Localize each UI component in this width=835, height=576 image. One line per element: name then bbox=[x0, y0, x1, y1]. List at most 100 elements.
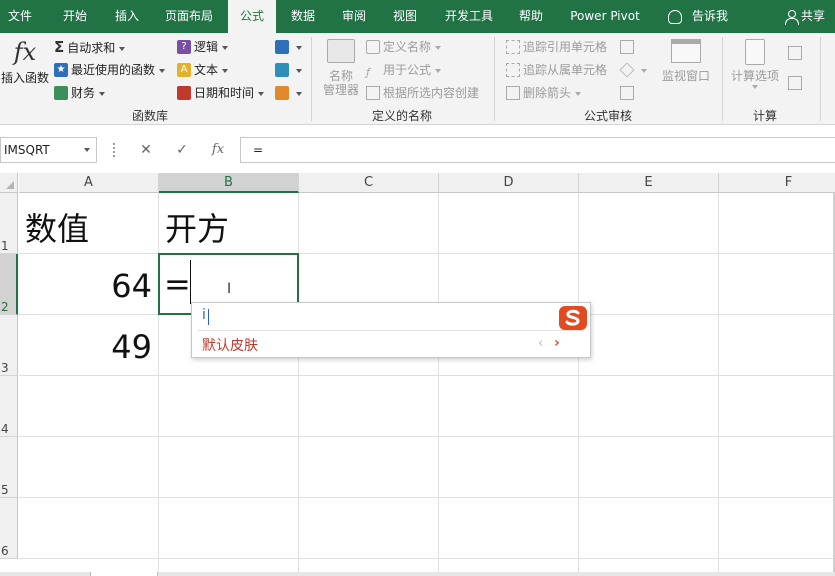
formula-bar-grip bbox=[113, 143, 115, 157]
select-all-corner[interactable] bbox=[0, 173, 18, 193]
calc-options-button[interactable]: 计算选项 bbox=[727, 39, 783, 89]
tab-view[interactable]: 视图 bbox=[382, 0, 428, 33]
tab-file[interactable]: 文件 bbox=[0, 0, 40, 33]
cell-a1[interactable]: 数值 bbox=[25, 204, 89, 250]
lookup-magnifier-icon bbox=[275, 39, 289, 54]
tab-help[interactable]: 帮助 bbox=[508, 0, 554, 33]
enter-button[interactable]: ✓ bbox=[168, 137, 196, 163]
worksheet-grid[interactable]: A B C D E F 1 2 3 4 5 6 数值 开方 64 = 49 Ⅰ bbox=[0, 172, 835, 576]
chevron-down-icon bbox=[84, 148, 90, 152]
tab-formulas[interactable]: 公式 bbox=[228, 0, 276, 34]
name-manager-button[interactable]: 名称 管理器 bbox=[318, 39, 364, 97]
group-divider bbox=[494, 37, 495, 121]
sheet-tabs-bar bbox=[0, 572, 835, 576]
insert-function-button[interactable]: fx 插入函数 bbox=[0, 37, 50, 85]
ime-next-page-button[interactable]: › bbox=[554, 335, 560, 351]
gridline bbox=[19, 497, 835, 498]
formula-input[interactable]: = bbox=[240, 137, 835, 163]
ibeam-cursor-icon: Ⅰ bbox=[227, 281, 232, 297]
tab-home[interactable]: 开始 bbox=[52, 0, 98, 33]
error-checking-button[interactable] bbox=[619, 60, 647, 80]
define-name-button[interactable]: 定义名称 bbox=[366, 37, 442, 57]
evaluate-formula-icon bbox=[620, 85, 634, 100]
tab-review[interactable]: 审阅 bbox=[331, 0, 377, 33]
column-header-b[interactable]: B bbox=[159, 173, 299, 193]
chevron-down-icon bbox=[296, 68, 302, 73]
ime-prev-page-button[interactable]: ‹ bbox=[538, 336, 543, 351]
formula-bar: IMSQRT ✕ ✓ fx = bbox=[0, 125, 835, 172]
trace-precedents-label: 追踪引用单元格 bbox=[523, 40, 608, 54]
trace-dependents-label: 追踪从属单元格 bbox=[523, 63, 608, 77]
column-header-d[interactable]: D bbox=[439, 173, 579, 193]
define-name-label: 定义名称 bbox=[383, 40, 432, 54]
evaluate-formula-button[interactable] bbox=[620, 83, 637, 103]
remove-arrows-label: 删除箭头 bbox=[523, 86, 572, 100]
name-manager-label-1: 名称 bbox=[328, 69, 353, 83]
gridline bbox=[19, 558, 835, 559]
recently-used-button[interactable]: ★ 最近使用的函数 bbox=[54, 60, 166, 80]
tell-me-box[interactable]: 告诉我 bbox=[668, 0, 728, 33]
name-box[interactable]: IMSQRT bbox=[0, 137, 97, 163]
column-header-c[interactable]: C bbox=[299, 173, 439, 193]
gridline bbox=[19, 375, 835, 376]
column-header-e[interactable]: E bbox=[579, 173, 719, 193]
share-button[interactable]: 共享 bbox=[785, 0, 825, 33]
group-label-function-library: 函数库 bbox=[131, 109, 168, 123]
trace-precedents-button[interactable]: 追踪引用单元格 bbox=[506, 37, 607, 57]
financial-label: 财务 bbox=[71, 86, 96, 100]
tab-power-pivot[interactable]: Power Pivot bbox=[562, 0, 648, 33]
name-manager-label-2: 管理器 bbox=[322, 83, 359, 97]
sheet-tab[interactable] bbox=[90, 572, 158, 576]
logical-label: 逻辑 bbox=[194, 40, 219, 54]
logical-button[interactable]: ? 逻辑 bbox=[177, 37, 229, 57]
autosum-button[interactable]: Σ 自动求和 bbox=[54, 37, 126, 57]
more-functions-button[interactable] bbox=[275, 83, 302, 103]
trace-dependents-button[interactable]: 追踪从属单元格 bbox=[506, 60, 607, 80]
lookup-button[interactable] bbox=[275, 37, 302, 57]
name-box-value: IMSQRT bbox=[4, 143, 50, 157]
math-trig-button[interactable] bbox=[275, 60, 302, 80]
use-in-formula-button[interactable]: ƒ 用于公式 bbox=[366, 60, 442, 80]
ribbon: fx 插入函数 Σ 自动求和 ★ 最近使用的函数 财务 ? 逻辑 A 文本 日期和时间 … bbox=[0, 33, 835, 125]
calc-now-button[interactable] bbox=[788, 43, 805, 63]
ime-skin-label[interactable]: 默认皮肤 bbox=[202, 335, 258, 355]
column-header-f[interactable]: F bbox=[719, 173, 835, 193]
gridline bbox=[19, 253, 835, 254]
tab-insert[interactable]: 插入 bbox=[104, 0, 150, 33]
chevron-down-icon bbox=[575, 91, 582, 96]
calculate-now-icon bbox=[788, 45, 802, 60]
remove-arrows-button[interactable]: 删除箭头 bbox=[506, 83, 582, 103]
insert-function-fx-button[interactable]: fx bbox=[204, 137, 232, 163]
row-header-3[interactable]: 3 bbox=[0, 315, 18, 376]
row-header-5[interactable]: 5 bbox=[0, 437, 18, 498]
sogou-logo-icon bbox=[559, 306, 587, 330]
watch-window-label: 监视窗口 bbox=[661, 69, 710, 83]
recently-used-label: 最近使用的函数 bbox=[71, 63, 156, 77]
cancel-button[interactable]: ✕ bbox=[132, 137, 160, 163]
row-header-1[interactable]: 1 bbox=[0, 193, 18, 254]
show-formulas-button[interactable] bbox=[620, 37, 637, 57]
tab-data[interactable]: 数据 bbox=[280, 0, 326, 33]
chevron-down-icon bbox=[222, 45, 229, 50]
row-header-2[interactable]: 2 bbox=[0, 254, 18, 315]
row-header-6[interactable]: 6 bbox=[0, 498, 18, 559]
text-a-icon: A bbox=[177, 62, 191, 77]
cell-b1[interactable]: 开方 bbox=[165, 204, 229, 250]
row-header-4[interactable]: 4 bbox=[0, 376, 18, 437]
tab-developer[interactable]: 开发工具 bbox=[436, 0, 502, 33]
financial-button[interactable]: 财务 bbox=[54, 83, 106, 103]
calculate-sheet-icon bbox=[788, 75, 802, 90]
create-from-selection-button[interactable]: 根据所选内容创建 bbox=[366, 83, 479, 103]
gridline bbox=[718, 193, 719, 576]
clock-icon bbox=[177, 85, 191, 100]
datetime-button[interactable]: 日期和时间 bbox=[177, 83, 265, 103]
watch-window-button[interactable]: 监视窗口 bbox=[656, 39, 716, 83]
column-header-a[interactable]: A bbox=[19, 173, 159, 193]
cell-a3[interactable]: 49 bbox=[19, 328, 152, 366]
gridline bbox=[158, 193, 159, 576]
tab-page-layout[interactable]: 页面布局 bbox=[156, 0, 222, 33]
text-cursor bbox=[190, 260, 191, 304]
text-button[interactable]: A 文本 bbox=[177, 60, 229, 80]
calc-sheet-button[interactable] bbox=[788, 73, 805, 93]
cell-a2[interactable]: 64 bbox=[19, 267, 152, 305]
